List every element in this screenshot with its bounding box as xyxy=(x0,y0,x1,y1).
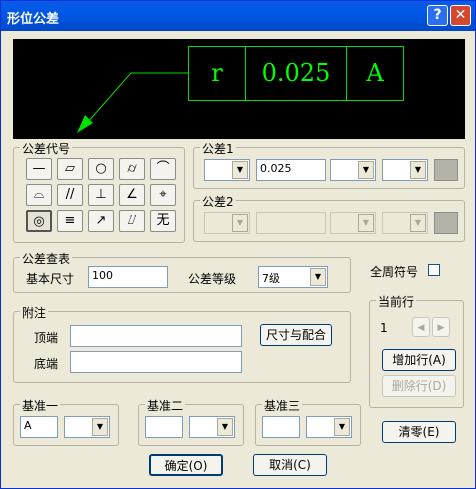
tolerance2-value-input[interactable] xyxy=(256,212,326,234)
chevron-down-icon[interactable]: ▼ xyxy=(410,161,426,179)
close-button[interactable]: ✕ xyxy=(450,5,471,26)
chevron-down-icon[interactable]: ▼ xyxy=(92,418,108,436)
clear-button[interactable]: 清零(E) xyxy=(382,421,456,443)
tolerance-grade-label: 公差等级 xyxy=(188,272,237,286)
datum1-input[interactable]: A xyxy=(20,416,58,438)
basic-size-label: 基本尺寸 xyxy=(26,272,75,286)
datum3-material-combo[interactable]: ▼ xyxy=(306,416,352,438)
datum1-label: 基准一 xyxy=(20,397,61,414)
notes-group: 附注 顶端 尺寸与配合 底端 xyxy=(13,304,351,383)
tolerance2-color-button[interactable] xyxy=(434,212,458,234)
tolerance1-material-combo[interactable]: ▼ xyxy=(382,159,428,181)
window-title: 形位公差 xyxy=(7,12,60,27)
chevron-down-icon[interactable]: ▼ xyxy=(232,214,248,232)
basic-size-input[interactable]: 100 xyxy=(88,266,168,288)
lookup-group: 公差查表 基本尺寸 100 公差等级 7级 ▼ xyxy=(13,250,351,293)
position-symbol-button[interactable]: ⌖ xyxy=(150,184,176,206)
title-bar[interactable]: 形位公差 ? ✕ xyxy=(1,1,475,31)
arrow-left-icon: ◀ xyxy=(417,323,425,333)
flatness-symbol-button[interactable]: ▱ xyxy=(57,158,83,180)
tolerance1-prefix-combo[interactable]: ▼ xyxy=(204,159,250,181)
datum1-group: 基准一 A ▼ xyxy=(13,397,119,446)
symmetry-symbol-button[interactable]: ≡ xyxy=(57,210,83,232)
tolerance2-group: 公差2 ▼ ▼ ▼ xyxy=(193,193,465,242)
ok-button[interactable]: 确定(O) xyxy=(149,454,223,476)
current-row-group: 当前行 1 ◀ ▶ 增加行(A) 删除行(D) xyxy=(369,293,464,408)
fcf-value: 0.025 xyxy=(261,59,331,87)
datum3-input[interactable] xyxy=(262,416,300,438)
previous-row-button[interactable]: ◀ xyxy=(412,317,430,337)
chevron-down-icon[interactable]: ▼ xyxy=(358,214,374,232)
lookup-group-label: 公差查表 xyxy=(20,250,73,267)
tolerance2-material-combo[interactable]: ▼ xyxy=(382,212,428,234)
fcf-datum: A xyxy=(366,59,384,87)
tolerance2-modifier-combo[interactable]: ▼ xyxy=(330,212,376,234)
tolerance1-color-button[interactable] xyxy=(434,159,458,181)
datum2-material-combo[interactable]: ▼ xyxy=(189,416,235,438)
all-around-label: 全周符号 xyxy=(370,265,419,279)
feature-control-frame: r 0.025 A xyxy=(188,46,404,101)
surface-profile-symbol-button[interactable]: ⌓ xyxy=(26,184,52,206)
top-note-input[interactable] xyxy=(70,325,242,347)
tolerance-grade-combo[interactable]: 7级 ▼ xyxy=(258,266,328,288)
fcf-symbol: r xyxy=(211,59,223,87)
tolerance1-modifier-combo[interactable]: ▼ xyxy=(330,159,376,181)
delete-row-button[interactable]: 删除行(D) xyxy=(382,375,456,397)
top-note-label: 顶端 xyxy=(34,331,59,345)
tolerance-grade-value: 7级 xyxy=(262,272,280,285)
preview-canvas: r 0.025 A xyxy=(13,39,465,139)
datum2-group: 基准二 ▼ xyxy=(138,397,244,446)
chevron-down-icon[interactable]: ▼ xyxy=(358,161,374,179)
datum1-material-combo[interactable]: ▼ xyxy=(64,416,110,438)
circular-runout-symbol-button[interactable]: ↗ xyxy=(88,210,114,232)
tolerance1-value-input[interactable]: 0.025 xyxy=(256,159,326,181)
datum3-label: 基准三 xyxy=(262,397,303,414)
bottom-note-input[interactable] xyxy=(70,351,242,373)
chevron-down-icon[interactable]: ▼ xyxy=(232,161,248,179)
parallelism-symbol-button[interactable]: // xyxy=(57,184,83,206)
chevron-down-icon[interactable]: ▼ xyxy=(310,268,326,286)
size-and-fit-button[interactable]: 尺寸与配合 xyxy=(260,324,332,346)
tolerance2-label: 公差2 xyxy=(200,193,236,210)
cancel-button[interactable]: 取消(C) xyxy=(253,454,327,476)
tolerance1-group: 公差1 ▼ 0.025 ▼ ▼ xyxy=(193,140,465,189)
tolerance1-label: 公差1 xyxy=(200,140,236,157)
angularity-symbol-button[interactable]: ∠ xyxy=(119,184,145,206)
circularity-symbol-button[interactable]: ○ xyxy=(88,158,114,180)
straightness-symbol-button[interactable]: — xyxy=(26,158,52,180)
all-around-checkbox[interactable] xyxy=(428,264,440,276)
tolerance2-prefix-combo[interactable]: ▼ xyxy=(204,212,250,234)
perpendicularity-symbol-button[interactable]: ⊥ xyxy=(88,184,114,206)
dialog-window: 形位公差 ? ✕ r 0.025 A 公差代号 — ▱ ○ ⌭ ⌒ ⌓ // ⊥… xyxy=(0,0,476,489)
chevron-down-icon[interactable]: ▼ xyxy=(410,214,426,232)
cylindricity-symbol-button[interactable]: ⌭ xyxy=(119,158,145,180)
datum2-label: 基准二 xyxy=(145,397,186,414)
next-row-button[interactable]: ▶ xyxy=(432,317,450,337)
current-row-label: 当前行 xyxy=(376,293,417,310)
bottom-note-label: 底端 xyxy=(34,357,59,371)
help-button[interactable]: ? xyxy=(427,5,448,26)
datum2-input[interactable] xyxy=(145,416,183,438)
chevron-down-icon[interactable]: ▼ xyxy=(334,418,350,436)
datum3-group: 基准三 ▼ xyxy=(255,397,361,446)
total-runout-symbol-button[interactable]: ⌰ xyxy=(119,210,145,232)
add-row-button[interactable]: 增加行(A) xyxy=(382,349,456,371)
no-symbol-button[interactable]: 无 xyxy=(150,210,176,232)
line-profile-symbol-button[interactable]: ⌒ xyxy=(150,158,176,180)
symbol-group: 公差代号 — ▱ ○ ⌭ ⌒ ⌓ // ⊥ ∠ ⌖ ◎ ≡ ↗ ⌰ 无 xyxy=(13,140,185,243)
symbol-group-label: 公差代号 xyxy=(20,140,73,157)
current-row-value: 1 xyxy=(380,321,388,335)
concentricity-symbol-button[interactable]: ◎ xyxy=(26,210,52,232)
arrow-right-icon: ▶ xyxy=(437,323,445,333)
chevron-down-icon[interactable]: ▼ xyxy=(217,418,233,436)
notes-group-label: 附注 xyxy=(20,304,49,321)
